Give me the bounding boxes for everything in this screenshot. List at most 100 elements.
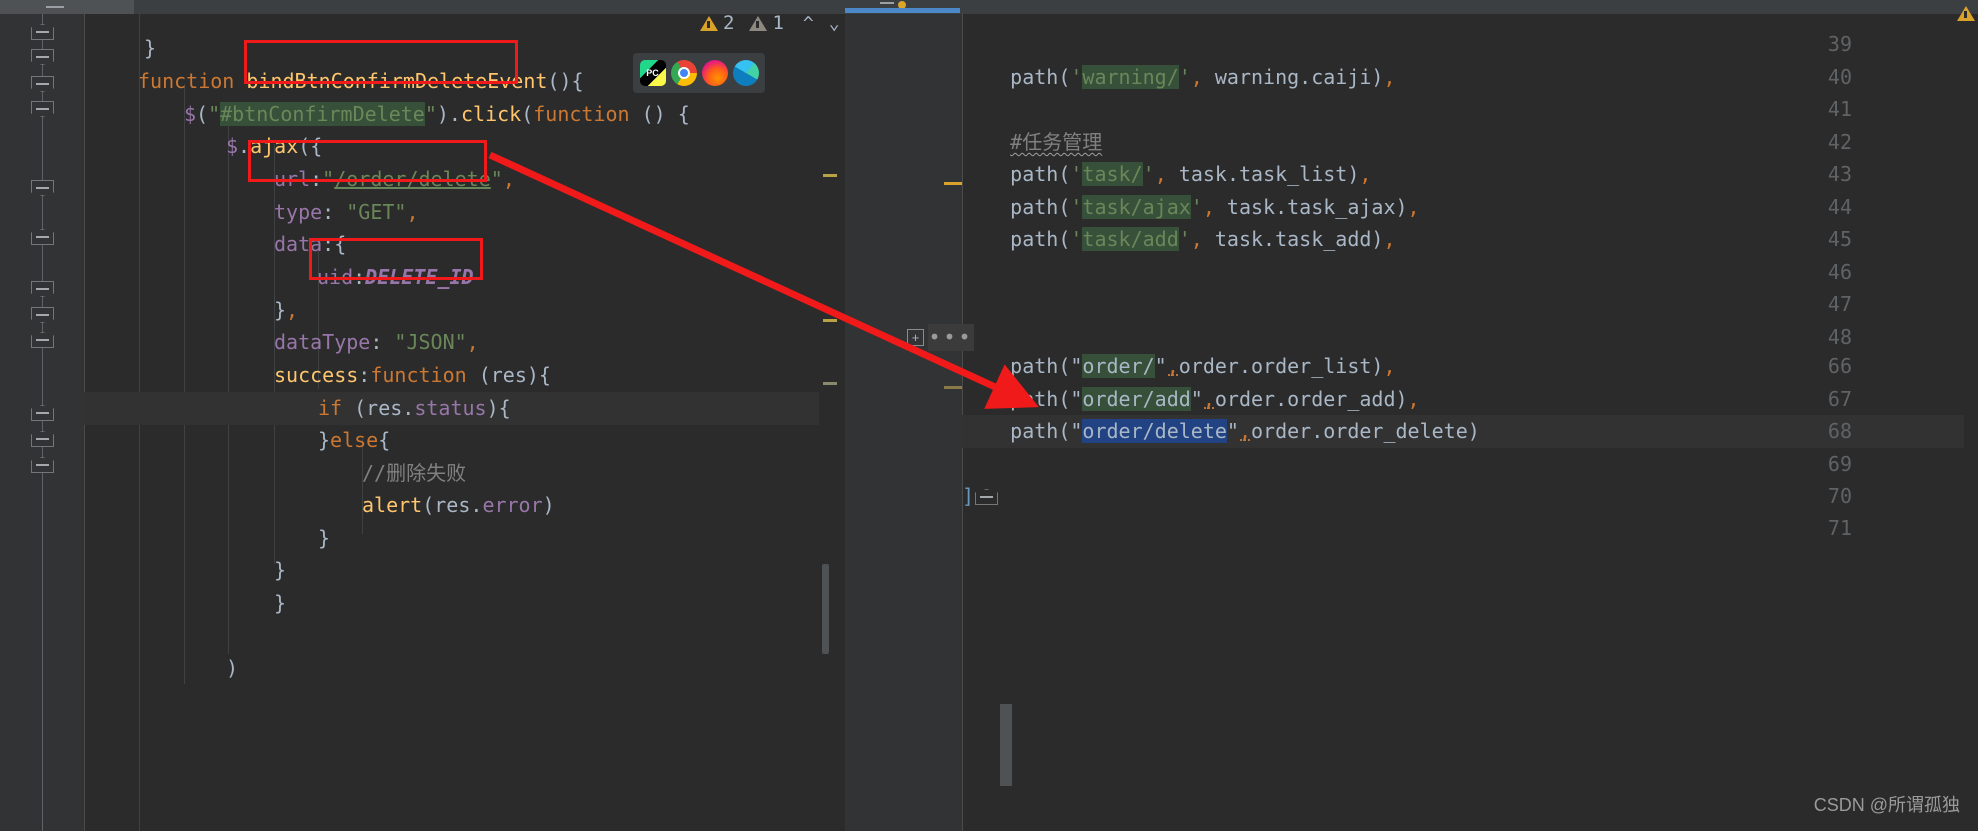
code-token: , [1166,354,1179,378]
code-token: order/ [1082,354,1155,378]
code-token: order/delete [1082,419,1227,443]
code-line[interactable]: success:function (res){ [84,359,833,392]
right-tab-dash-icon [880,2,894,4]
ide-window: } function bindBtnConfirmDeleteEvent(){$(… [0,0,1978,831]
code-token: , [1407,195,1420,219]
pycharm-icon[interactable]: PC [639,60,666,86]
left-code-text[interactable]: } function bindBtnConfirmDeleteEvent(){$(… [84,14,833,831]
code-token: dataType [274,330,371,354]
line-number: 66 [1827,354,1852,378]
folded-region-ellipsis[interactable]: ••• [928,324,974,351]
code-line[interactable]: }else{ [84,424,833,457]
right-stripe-warning-icon[interactable] [1957,6,1975,21]
code-line[interactable]: } [84,554,833,587]
code-token: path(" [962,419,1083,443]
code-token: } [318,526,331,550]
pycharm-icon-label: PC [646,68,659,78]
line-number: 44 [1827,195,1852,219]
code-token: (res. [342,396,415,420]
code-line[interactable]: } [84,587,833,620]
code-line[interactable]: } [84,522,833,555]
code-token: function [533,102,630,126]
code-line[interactable]: $("#btnConfirmDelete").click(function ()… [84,98,833,131]
firefox-icon[interactable] [701,60,728,86]
code-token: } [274,558,287,582]
code-token: " [490,167,503,191]
code-token: path( [962,195,1071,219]
gutter-change-mark[interactable] [944,386,962,389]
left-vertical-scrollbar[interactable] [822,564,829,654]
code-token: ( [521,102,534,126]
code-token: order.order_add) [1214,387,1408,411]
right-tab-strip [845,0,1978,10]
inspection-widget[interactable]: 2 1 ^ ⌄ [700,12,840,34]
code-token: , [1154,162,1167,186]
code-token: ( [196,102,209,126]
code-line[interactable]: }, [84,294,833,327]
code-token: , [1383,65,1396,89]
code-line[interactable]: dataType: "JSON", [84,326,833,359]
weak-warning-count: 1 [772,12,784,34]
code-line[interactable]: type: "GET", [84,196,833,229]
code-token: } [144,36,157,60]
right-code-editor[interactable]: path('warning/', warning.caiji), #任务管理 p… [845,14,1978,831]
code-token: , [1190,227,1203,251]
code-token: ' [1070,65,1083,89]
code-token: " [1190,387,1203,411]
code-token: , [502,167,515,191]
next-problem-button[interactable]: ⌄ [829,13,840,34]
code-token: " [1154,354,1167,378]
left-editor-tab[interactable] [0,0,134,14]
code-token: " [208,102,221,126]
code-token: success [274,363,359,387]
code-token: ). [436,102,461,126]
code-token: path( [962,227,1071,251]
code-token: ' [1070,162,1083,186]
code-token: } [274,298,287,322]
code-token: alert [362,493,423,517]
code-token: order.order_list) [1178,354,1384,378]
code-token: order.order_delete) [1251,419,1480,443]
function-name-highlight [244,40,518,84]
code-token: function [138,69,247,93]
code-token: warning.caiji) [1202,65,1384,89]
code-token: task/add [1082,227,1179,251]
code-token: { [571,69,584,93]
code-token: , [1202,195,1215,219]
code-token: : [358,363,371,387]
code-token: ] [962,484,975,508]
code-token: ' [1178,227,1191,251]
code-token: else [330,428,379,452]
code-line[interactable]: alert(res.error) [84,489,833,522]
prev-problem-button[interactable]: ^ [803,13,814,34]
right-editor-tab[interactable] [845,8,960,13]
code-token: path( [962,65,1071,89]
gutter-change-mark[interactable] [944,182,962,185]
right-vertical-scrollbar[interactable] [1000,704,1012,786]
code-token: #任务管理 [1010,130,1103,154]
code-token: #btnConfirmDelete [220,102,425,126]
left-error-stripe[interactable] [819,14,837,831]
code-line[interactable]: ) [84,652,833,685]
expand-fold-button[interactable]: + [907,329,924,346]
code-token: : [322,200,347,224]
line-number: 69 [1827,452,1852,476]
browser-launch-popup[interactable]: PC [633,53,765,93]
code-token: task/ajax [1082,195,1191,219]
right-error-stripe[interactable] [1964,14,1978,831]
left-fold-rail [42,14,43,831]
edge-icon[interactable] [732,60,759,86]
line-number: 47 [1827,292,1852,316]
code-line[interactable]: if (res.status){ [84,392,833,425]
left-code-editor[interactable]: } function bindBtnConfirmDeleteEvent(){$(… [0,14,837,831]
code-token: (res. [422,493,483,517]
code-token: : [370,330,395,354]
code-token: , [1190,65,1203,89]
code-line[interactable]: //删除失败 [84,457,833,490]
code-token: ' [1070,195,1083,219]
code-token: task/ [1082,162,1143,186]
chrome-icon[interactable] [670,60,697,86]
code-token: click [460,102,522,126]
line-number: 43 [1827,162,1852,186]
